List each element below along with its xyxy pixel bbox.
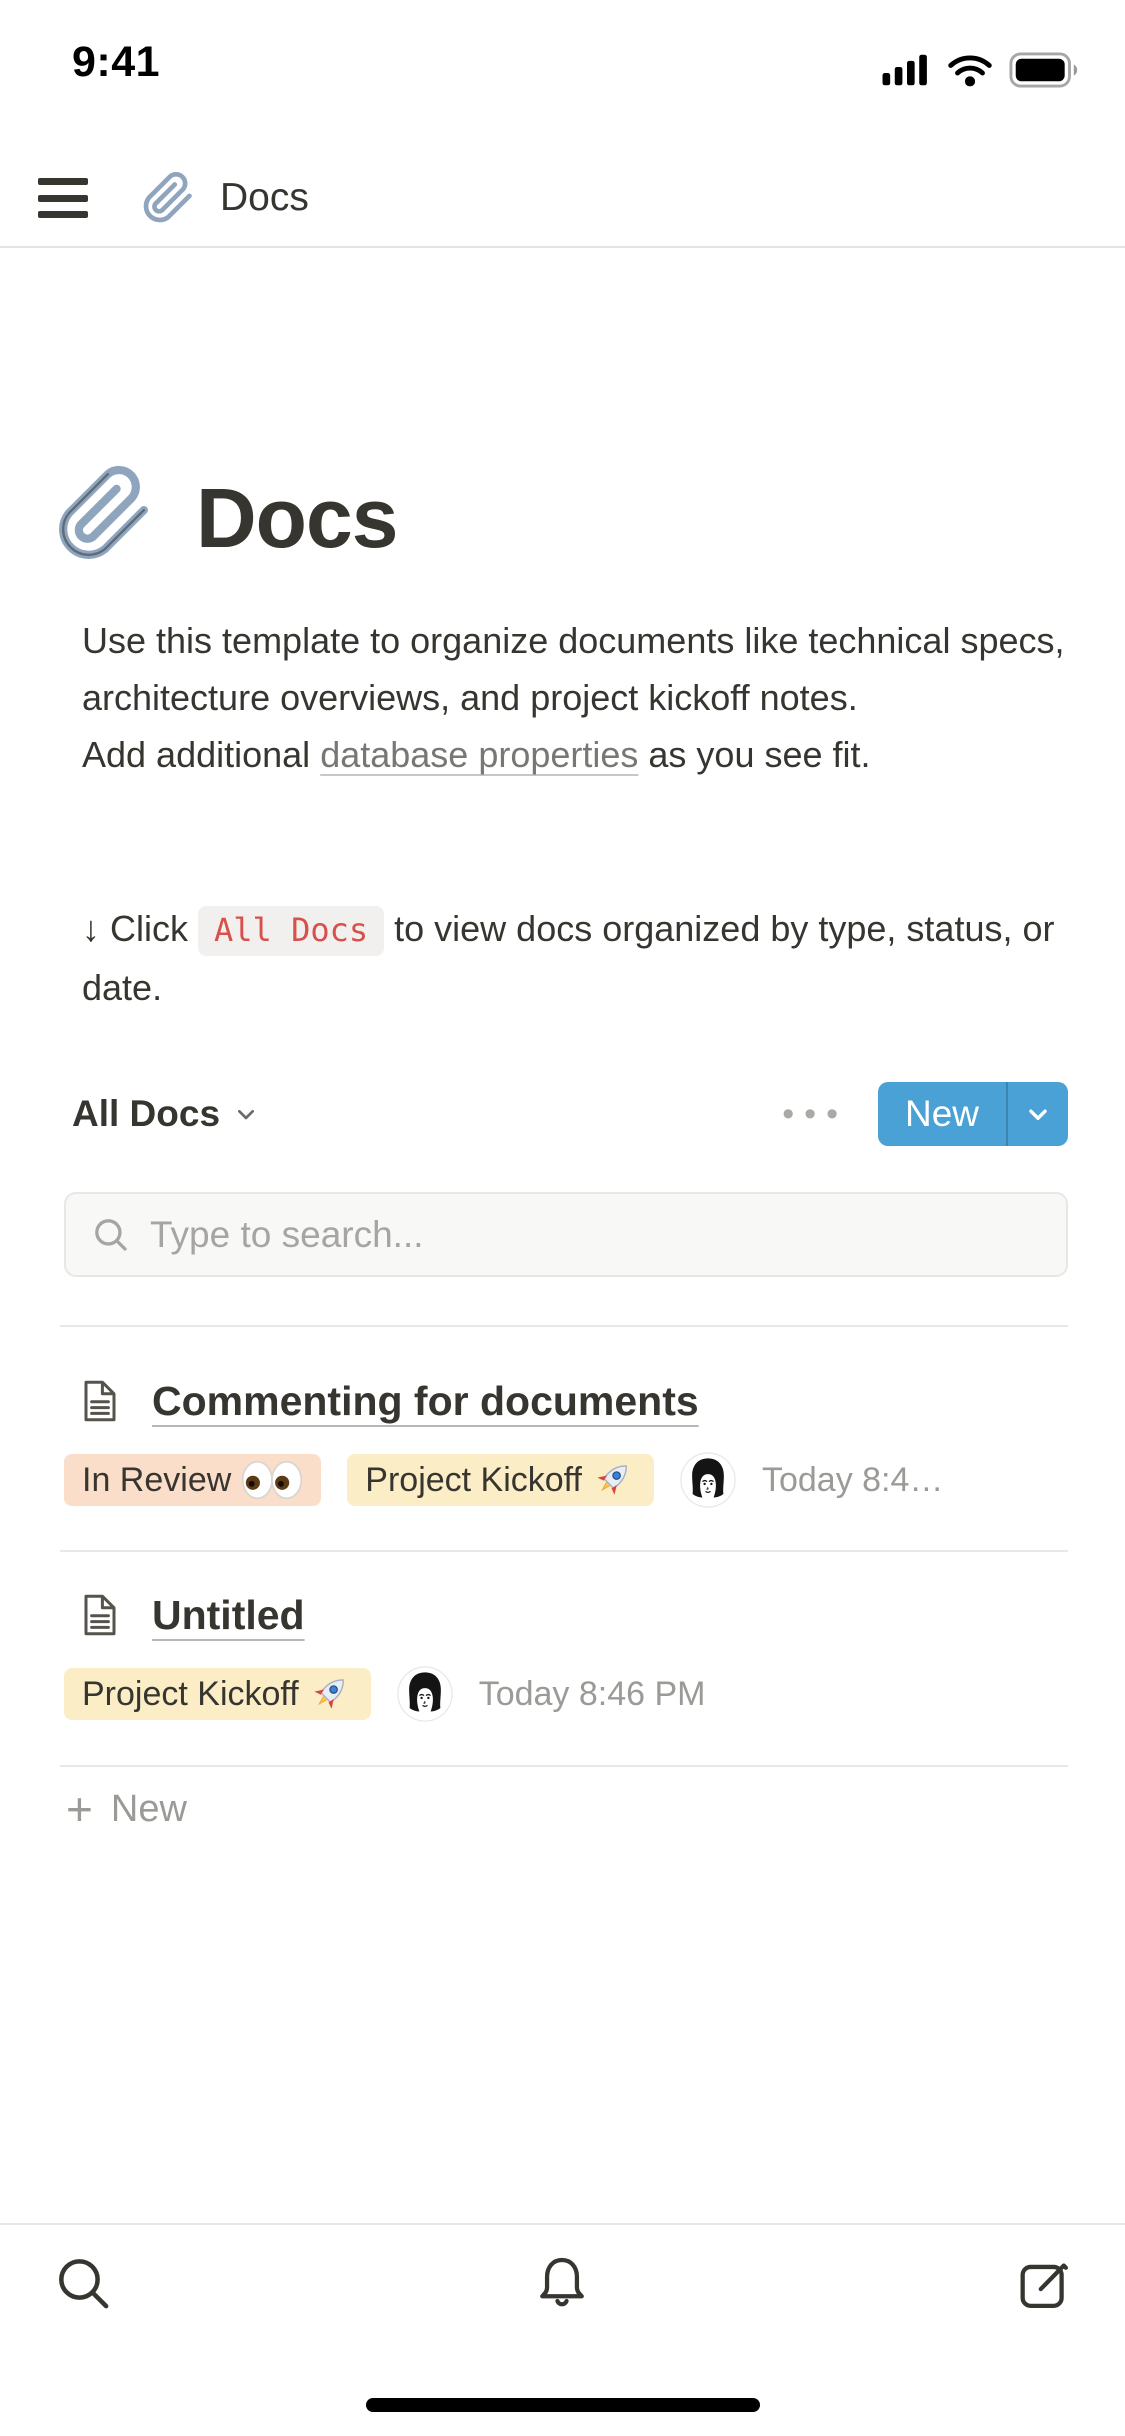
divider [60,1765,1068,1767]
down-arrow-glyph: ↓ [82,908,100,949]
author-avatar [680,1452,736,1508]
tag-label: Project Kickoff [82,1674,299,1713]
divider [60,1325,1068,1327]
callout-text: ↓ Click All Docs to view docs organized by… [82,900,1092,1017]
app-header: Docs [0,150,1125,248]
eyes-emoji-icon [241,1459,303,1501]
view-selector-label: All Docs [72,1093,221,1134]
plus-icon: + [66,1783,93,1835]
view-bar: All Docs ••• New [72,1082,1068,1146]
database-properties-link[interactable]: database properties [320,734,638,775]
search-tab-icon[interactable] [52,2252,116,2316]
view-selector[interactable]: All Docs [72,1093,262,1135]
add-new-doc-button[interactable]: + New [66,1786,187,1832]
callout-prefix: Click [110,908,189,949]
header-title: Docs [220,176,309,219]
new-button-label[interactable]: New [878,1082,1006,1146]
search-icon [90,1214,132,1256]
search-input[interactable] [148,1212,1042,1257]
type-tag: Project Kickoff [347,1454,654,1506]
add-property-prefix: Add additional [82,734,321,775]
tag-label: Project Kickoff [365,1460,582,1499]
document-icon [76,1586,124,1644]
new-button[interactable]: New [878,1082,1068,1146]
battery-icon [1007,52,1083,88]
edited-timestamp: Today 8:46 PM [478,1674,706,1713]
all-docs-code-chip: All Docs [198,906,385,956]
tag-label: In Review [82,1460,232,1499]
page-icon-paperclip[interactable] [52,462,156,566]
type-tag: Project Kickoff [64,1668,371,1720]
add-new-doc-label: New [110,1787,187,1830]
page-title: Docs [196,471,398,565]
author-avatar [397,1666,453,1722]
doc-row[interactable]: Untitled [76,1586,305,1644]
doc-title-link[interactable]: Untitled [152,1592,305,1639]
doc-row-meta: Project Kickoff Today 8:46 PM [64,1666,705,1722]
divider [60,1550,1068,1552]
add-property-suffix: as you see fit. [638,734,871,775]
rocket-emoji-icon [592,1458,636,1502]
doc-title-link[interactable]: Commenting for documents [152,1378,699,1425]
new-button-dropdown[interactable] [1006,1082,1068,1146]
home-indicator-handle[interactable] [366,2398,760,2412]
notion-mobile-screen: 9:41 Docs Docs Use this template to orga… [0,0,1125,2436]
status-tag: In Review [64,1454,322,1506]
status-time: 9:41 [72,38,161,86]
description-text: Use this template to organize documents … [82,620,1065,718]
chevron-down-icon [230,1098,262,1130]
doc-row[interactable]: Commenting for documents [76,1372,699,1430]
page-description: Use this template to organize documents … [82,612,1092,783]
more-options-button[interactable]: ••• [782,1095,848,1134]
paperclip-icon [140,170,196,226]
status-icons [881,52,1083,88]
wifi-icon [946,53,994,87]
document-icon [76,1372,124,1430]
cellular-signal-icon [881,53,933,87]
search-bar[interactable] [64,1192,1068,1277]
menu-icon[interactable] [38,178,88,218]
doc-row-meta: In Review Project Kickoff Today 8:4… [64,1452,943,1508]
notifications-tab-icon[interactable] [530,2252,594,2316]
compose-tab-icon[interactable] [1012,2252,1076,2316]
rocket-emoji-icon [309,1672,353,1716]
edited-timestamp: Today 8:4… [761,1460,944,1499]
